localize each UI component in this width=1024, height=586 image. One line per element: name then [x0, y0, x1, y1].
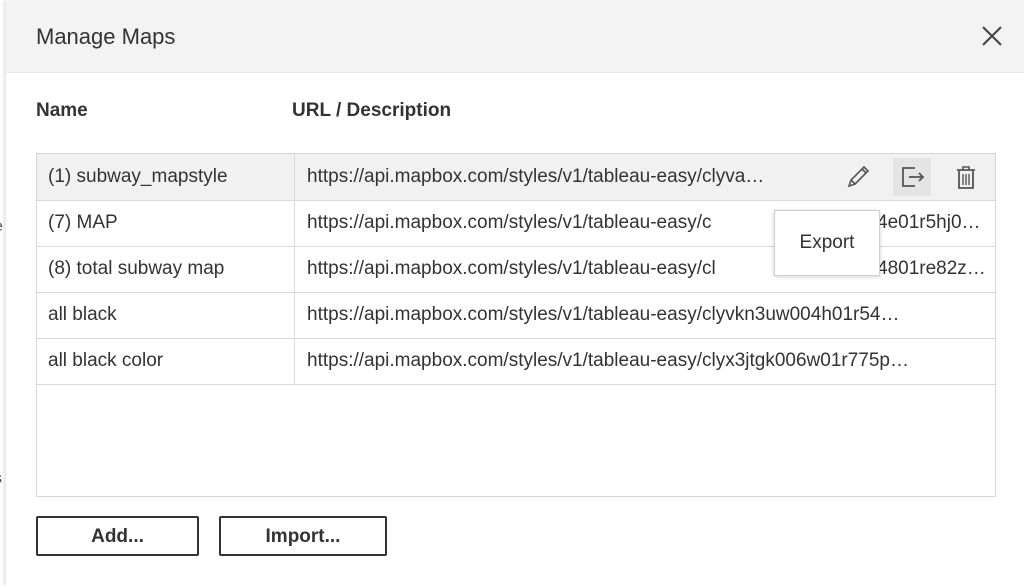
- map-url-tail: 4801re82z…: [877, 258, 986, 279]
- table-row[interactable]: all black color https://api.mapbox.com/s…: [37, 338, 995, 385]
- map-name: (7) MAP: [37, 200, 295, 246]
- map-url: https://api.mapbox.com/styles/v1/tableau…: [307, 350, 909, 371]
- manage-maps-dialog: Manage Maps Name URL / Description (1) s…: [6, 0, 1024, 586]
- map-url: https://api.mapbox.com/styles/v1/tableau…: [307, 212, 712, 233]
- dialog-title: Manage Maps: [36, 24, 176, 49]
- close-icon[interactable]: [978, 22, 1006, 50]
- map-name: (8) total subway map: [37, 246, 295, 292]
- map-url: https://api.mapbox.com/styles/v1/tableau…: [307, 304, 900, 325]
- dialog-header: Manage Maps: [6, 0, 1024, 73]
- maps-table: (1) subway_mapstyle https://api.mapbox.c…: [36, 153, 996, 497]
- background-text-fragment: e: [0, 218, 3, 236]
- pencil-icon[interactable]: [839, 158, 877, 196]
- trash-icon[interactable]: [947, 158, 985, 196]
- table-row[interactable]: (1) subway_mapstyle https://api.mapbox.c…: [37, 154, 995, 201]
- map-url-tail: 4e01r5hj0…: [877, 212, 981, 233]
- column-header-url: URL / Description: [292, 100, 452, 121]
- map-name: all black: [37, 292, 295, 338]
- add-button[interactable]: Add...: [36, 516, 199, 556]
- map-url: https://api.mapbox.com/styles/v1/tableau…: [307, 166, 765, 187]
- map-url: https://api.mapbox.com/styles/v1/tableau…: [307, 258, 716, 279]
- table-row[interactable]: all black https://api.mapbox.com/styles/…: [37, 292, 995, 339]
- export-icon[interactable]: [893, 158, 931, 196]
- column-header-name: Name: [36, 100, 88, 121]
- background-text-fragment: s: [0, 470, 2, 488]
- map-name: all black color: [37, 338, 295, 384]
- export-tooltip: Export: [774, 210, 880, 276]
- map-name: (1) subway_mapstyle: [37, 154, 295, 200]
- import-button[interactable]: Import...: [219, 516, 387, 556]
